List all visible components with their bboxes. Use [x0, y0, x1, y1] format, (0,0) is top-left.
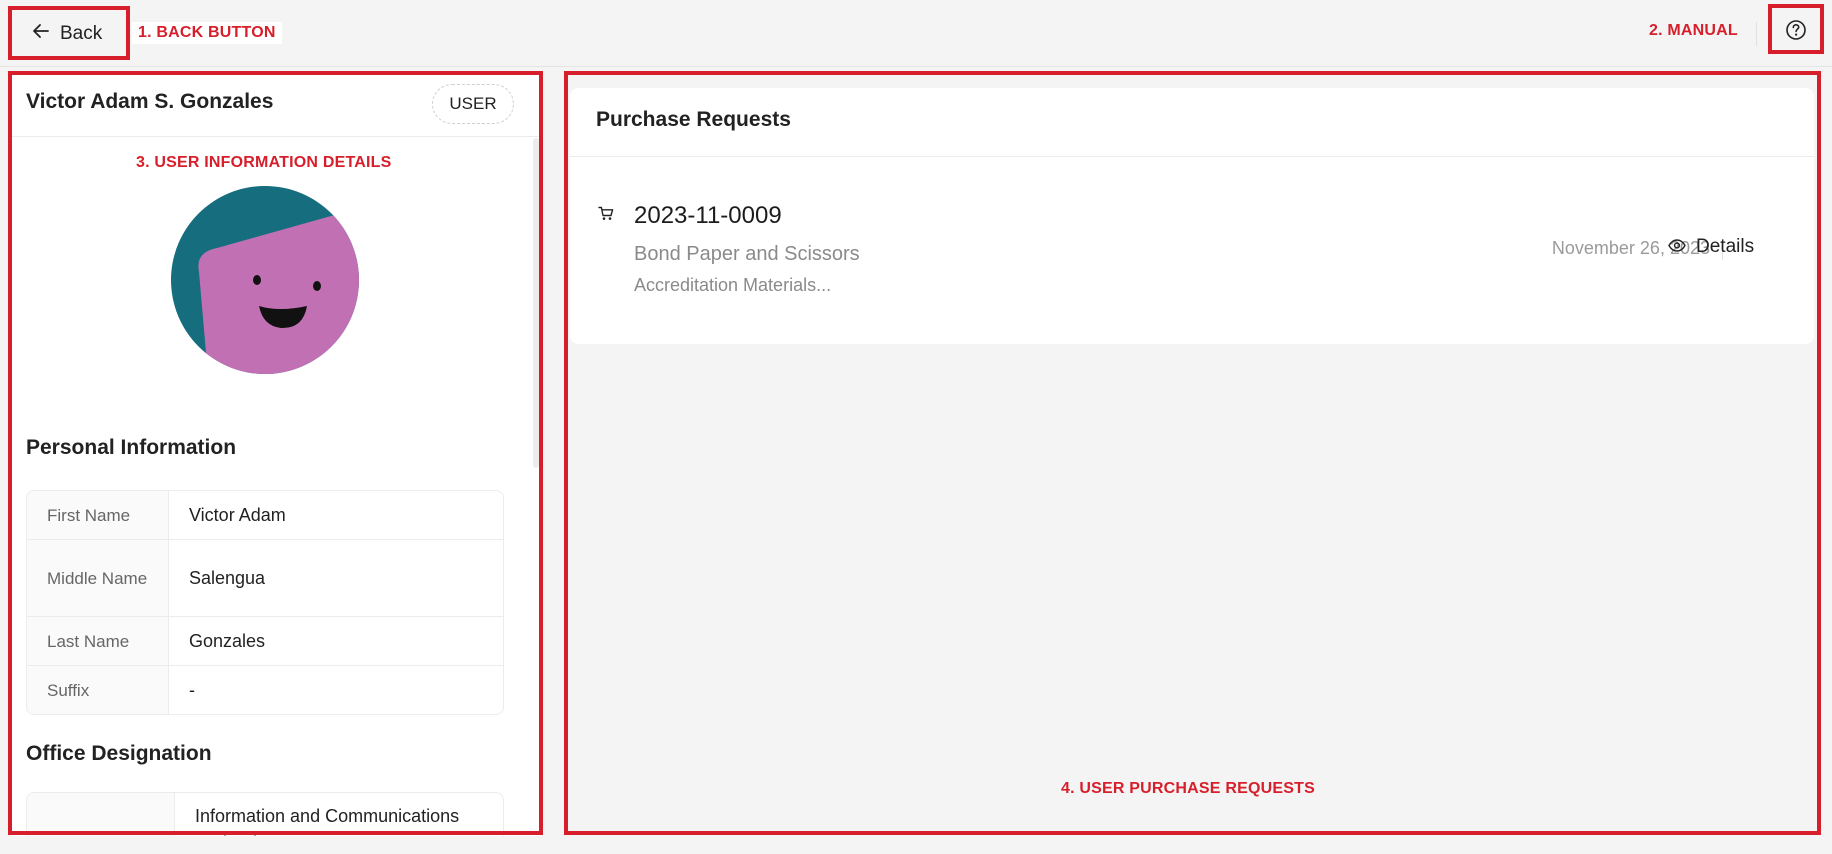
personal-info-table: First Name Victor Adam Middle Name Salen… [26, 490, 504, 715]
manual-button[interactable] [1774, 12, 1818, 52]
table-row: Department Information and Communication… [27, 793, 503, 836]
row-label: Last Name [27, 617, 169, 665]
cart-icon [598, 206, 614, 226]
row-value: Victor Adam [189, 504, 286, 525]
row-value: Information and Communications Technolog… [195, 806, 460, 836]
question-circle-icon [1785, 19, 1807, 46]
purchase-requests-panel: Purchase Requests 2023-11-0009 Bond Pape… [570, 88, 1814, 344]
details-label: Details [1696, 236, 1755, 257]
personal-info-title: Personal Information [26, 436, 237, 459]
arrow-left-icon [32, 23, 50, 45]
row-label: First Name [27, 491, 169, 539]
row-value: Salengua [189, 567, 266, 588]
back-button[interactable]: Back [14, 12, 124, 56]
row-value: Gonzales [189, 630, 266, 651]
table-row: Suffix - [27, 666, 503, 714]
row-label: Suffix [27, 666, 169, 714]
avatar [171, 186, 359, 374]
back-button-label: Back [60, 23, 103, 44]
panel-header-divider [570, 156, 1814, 157]
annotation-back-button: 1. BACK BUTTON [132, 22, 282, 44]
purchase-request-number[interactable]: 2023-11-0009 [634, 202, 782, 230]
row-value: - [189, 679, 195, 700]
annotation-purchase-requests: 4. USER PURCHASE REQUESTS [1061, 780, 1315, 797]
details-button[interactable]: Details [1668, 236, 1754, 258]
table-row: Middle Name Salengua [27, 540, 503, 617]
purchase-requests-title: Purchase Requests [596, 108, 791, 131]
annotation-user-info: 3. USER INFORMATION DETAILS [136, 154, 392, 171]
row-label: Department [27, 793, 175, 836]
role-badge: USER [432, 84, 514, 124]
user-info-panel: Victor Adam S. Gonzales USER 3. USER INF… [12, 74, 540, 836]
purchase-request-description: Bond Paper and Scissors [634, 243, 860, 265]
table-row: First Name Victor Adam [27, 491, 503, 540]
eye-icon [1668, 236, 1686, 258]
topbar-divider [1756, 22, 1757, 46]
panel-scrollbar[interactable] [533, 138, 539, 468]
office-designation-title: Office Designation [26, 742, 212, 765]
office-designation-table: Department Information and Communication… [26, 792, 504, 836]
panel-header-divider [12, 136, 540, 137]
purchase-request-subtitle: Accreditation Materials... [634, 275, 832, 295]
user-full-name: Victor Adam S. Gonzales [26, 90, 274, 113]
table-row: Last Name Gonzales [27, 617, 503, 666]
row-label: Middle Name [27, 540, 169, 616]
topbar-divider-line [0, 66, 1832, 67]
annotation-manual: 2. MANUAL [1649, 22, 1738, 39]
